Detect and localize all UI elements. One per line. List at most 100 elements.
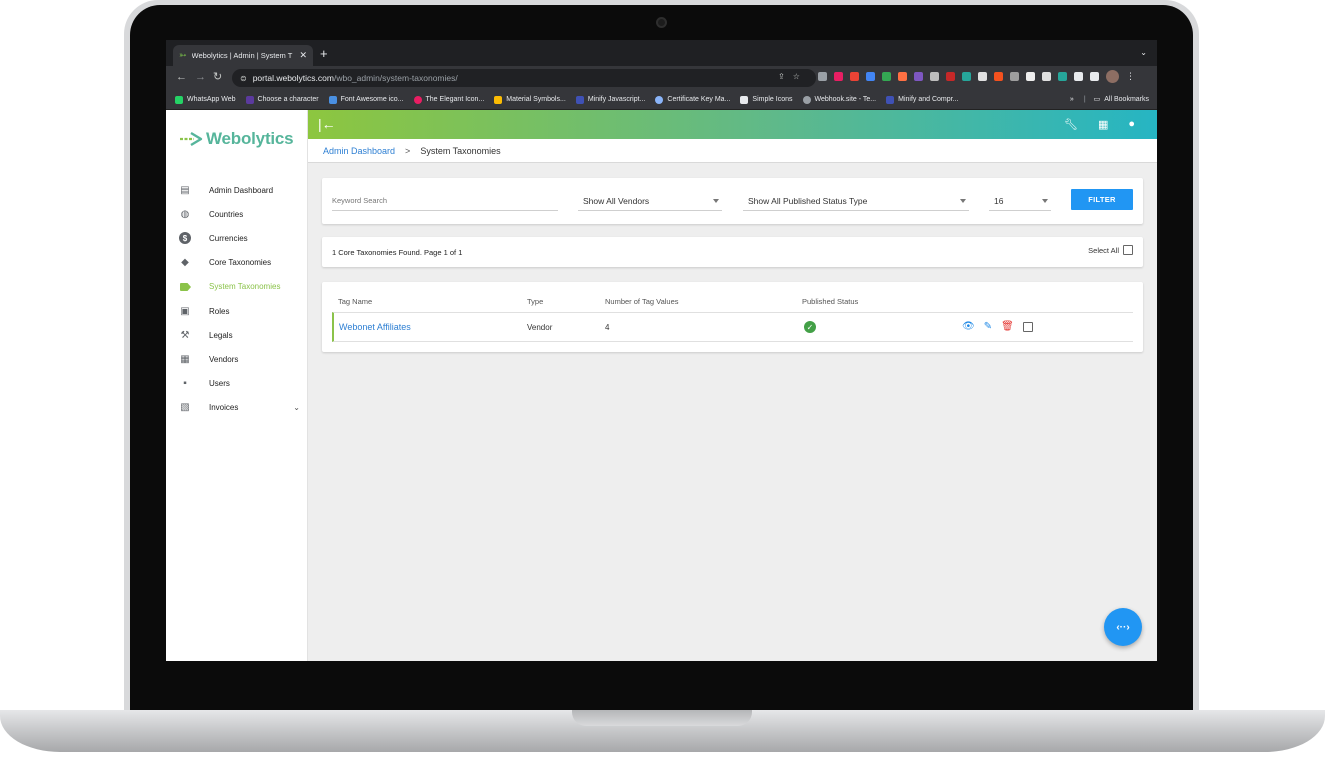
delete-trash-icon[interactable]: 🗑︎ bbox=[1001, 321, 1014, 333]
sidebar-item-vendors[interactable]: ▦ Vendors bbox=[166, 347, 308, 371]
extension-icon[interactable] bbox=[898, 72, 907, 81]
back-icon[interactable]: ← bbox=[176, 71, 187, 84]
extension-icon[interactable] bbox=[850, 72, 859, 81]
close-tab-icon[interactable]: ✕ bbox=[299, 50, 307, 61]
logo-arrow-icon bbox=[180, 131, 203, 147]
published-select-value: Show All Published Status Type bbox=[748, 195, 868, 206]
extension-icon[interactable] bbox=[866, 72, 875, 81]
dashboard-grid-icon[interactable]: ▦ bbox=[1098, 118, 1108, 131]
sidebar-item-label: Roles bbox=[209, 306, 230, 316]
bookmark[interactable]: Minify and Compr... bbox=[886, 95, 958, 104]
bookmark[interactable]: The Elegant Icon... bbox=[413, 95, 484, 104]
more-bookmarks-icon[interactable]: » bbox=[1070, 96, 1074, 103]
address-bar[interactable]: ⊜ portal.webolytics.com/wbo_admin/system… bbox=[232, 69, 816, 87]
extension-icon[interactable] bbox=[930, 72, 939, 81]
sidebar-item-core-taxonomies[interactable]: ◆ Core Taxonomies bbox=[166, 251, 308, 275]
filter-button[interactable]: FILTER bbox=[1071, 189, 1133, 210]
new-tab-icon[interactable]: + bbox=[320, 47, 328, 60]
lock-icon: ▣ bbox=[180, 305, 190, 317]
breadcrumb-admin-dashboard[interactable]: Admin Dashboard bbox=[323, 146, 395, 156]
view-eye-icon[interactable]: 👁︎ bbox=[962, 321, 975, 333]
results-count: 1 Core Taxonomies Found. Page 1 of 1 bbox=[332, 248, 463, 257]
published-check-icon: ✓ bbox=[804, 321, 816, 333]
bookmarks-right: » | ▭ All Bookmarks bbox=[1070, 95, 1149, 104]
vendor-select-value: Show All Vendors bbox=[583, 195, 650, 206]
menu-kebab-icon[interactable]: ⋮ bbox=[1126, 72, 1135, 81]
extension-icon[interactable] bbox=[962, 72, 971, 81]
puzzle-icon[interactable] bbox=[1074, 72, 1083, 81]
column-header[interactable]: Tag Name bbox=[338, 297, 372, 306]
tag-name-link[interactable]: Webonet Affiliates bbox=[339, 322, 411, 332]
site-info-icon[interactable]: ⊜ bbox=[240, 74, 247, 83]
extension-icon[interactable] bbox=[1026, 72, 1035, 81]
top-bar: |← 🔧︎ ▦ ● bbox=[308, 110, 1157, 139]
column-header[interactable]: Published Status bbox=[802, 297, 858, 306]
extension-icon[interactable] bbox=[914, 72, 923, 81]
chevron-down-icon[interactable]: ⌄ bbox=[293, 403, 300, 412]
bookmark-favicon-icon bbox=[413, 95, 422, 104]
bookmark[interactable]: Font Awesome ico... bbox=[328, 95, 404, 104]
reload-icon[interactable]: ↻ bbox=[213, 71, 222, 84]
bookmark[interactable]: WhatsApp Web bbox=[175, 95, 236, 104]
wallet-icon: ▧ bbox=[180, 402, 190, 414]
sidebar-item-currencies[interactable]: $ Currencies bbox=[166, 226, 308, 250]
bookmark[interactable]: Minify Javascript... bbox=[575, 95, 645, 104]
url-path: /wbo_admin/system-taxonomies/ bbox=[333, 73, 458, 83]
extension-icon[interactable] bbox=[1010, 72, 1019, 81]
select-all[interactable]: Select All bbox=[1088, 245, 1133, 255]
sidebar-item-system-taxonomies[interactable]: System Taxonomies bbox=[166, 275, 308, 299]
bookmark[interactable]: Webhook.site - Te... bbox=[802, 95, 876, 104]
bookmark[interactable]: Material Symbols... bbox=[494, 95, 566, 104]
sidebar-item-users[interactable]: ▪ Users bbox=[166, 372, 308, 396]
sidebar-item-roles[interactable]: ▣ Roles bbox=[166, 299, 308, 323]
column-header[interactable]: Type bbox=[527, 297, 543, 306]
side-panel-icon[interactable] bbox=[1090, 72, 1099, 81]
column-header[interactable]: Number of Tag Values bbox=[605, 297, 679, 306]
profile-avatar[interactable] bbox=[1106, 70, 1119, 83]
logo[interactable]: Webolytics bbox=[179, 129, 294, 149]
keyword-search-input[interactable]: Keyword Search bbox=[332, 191, 558, 211]
select-all-label: Select All bbox=[1088, 245, 1119, 255]
bookmarks-divider: | bbox=[1083, 95, 1086, 103]
bookmark-label: WhatsApp Web bbox=[187, 96, 236, 103]
bookmark-label: Certificate Key Ma... bbox=[667, 96, 731, 103]
breadcrumb-current: System Taxonomies bbox=[420, 145, 501, 156]
row-select-checkbox[interactable] bbox=[1022, 322, 1033, 332]
extension-icon[interactable] bbox=[818, 72, 827, 81]
extension-icon[interactable] bbox=[946, 72, 955, 81]
webolytics-favicon-icon: ➳ bbox=[179, 50, 187, 60]
published-status-select[interactable]: Show All Published Status Type bbox=[743, 191, 969, 211]
per-page-select[interactable]: 16 bbox=[989, 191, 1051, 211]
extension-icon[interactable] bbox=[1058, 72, 1067, 81]
bookmark[interactable]: Simple Icons bbox=[740, 95, 793, 104]
tab-search-chevron-icon[interactable]: ⌄ bbox=[1140, 48, 1147, 57]
forward-icon[interactable]: → bbox=[195, 71, 206, 84]
extension-icon[interactable] bbox=[1042, 72, 1051, 81]
share-bookmark-icons[interactable]: ⇪☆ bbox=[778, 72, 808, 81]
bookmark[interactable]: Certificate Key Ma... bbox=[655, 95, 731, 104]
account-icon[interactable]: ● bbox=[1128, 118, 1135, 131]
all-bookmarks-link[interactable]: All Bookmarks bbox=[1104, 96, 1149, 103]
sidebar-item-legals[interactable]: ⚒ Legals bbox=[166, 323, 308, 347]
extension-icon[interactable] bbox=[978, 72, 987, 81]
sidebar-item-invoices[interactable]: ▧ Invoices ⌄ bbox=[166, 396, 308, 420]
sidebar-item-countries[interactable]: ◍ Countries bbox=[166, 202, 308, 226]
browser-tab[interactable]: ➳ Webolytics | Admin | System T ✕ bbox=[173, 45, 313, 66]
table-row: Webonet Affiliates Vendor 4 ✓ 👁︎ ✎ 🗑︎ bbox=[332, 312, 1133, 342]
wrench-icon[interactable]: 🔧︎ bbox=[1064, 118, 1078, 131]
extensions-area: ⋮ bbox=[818, 70, 1135, 83]
extension-icon[interactable] bbox=[834, 72, 843, 81]
extension-icon[interactable] bbox=[994, 72, 1003, 81]
breadcrumb-separator: > bbox=[405, 145, 411, 156]
sidebar-item-label: Legals bbox=[209, 330, 233, 340]
sidebar-item-admin-dashboard[interactable]: ▤ Admin Dashboard bbox=[166, 178, 308, 202]
edit-pencil-icon[interactable]: ✎ bbox=[984, 321, 992, 333]
floating-action-button[interactable]: ‹··› bbox=[1104, 608, 1142, 646]
vendor-select[interactable]: Show All Vendors bbox=[578, 191, 722, 211]
select-all-checkbox[interactable] bbox=[1123, 245, 1133, 255]
bookmark[interactable]: Choose a character bbox=[245, 95, 319, 104]
brand-name: Webolytics bbox=[206, 129, 294, 148]
collapse-sidebar-icon[interactable]: |← bbox=[318, 116, 336, 132]
taxonomies-table: Tag Name Type Number of Tag Values Publi… bbox=[322, 282, 1143, 352]
extension-icon[interactable] bbox=[882, 72, 891, 81]
